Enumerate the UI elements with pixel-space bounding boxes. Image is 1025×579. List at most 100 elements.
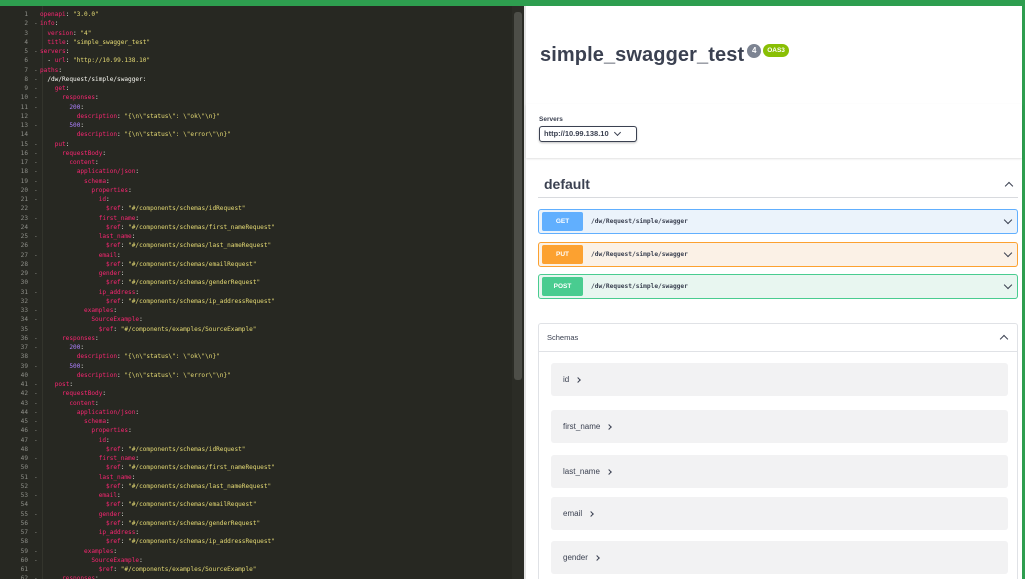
code-token: : (95, 399, 99, 407)
code-line[interactable]: 58 $ref: "#/components/schemas/ip_addres… (0, 537, 512, 546)
servers-select[interactable]: http://10.99.138.10 (539, 126, 637, 142)
code-line[interactable]: 62- responses: (0, 574, 512, 579)
line-number: 38 (20, 353, 28, 361)
code-line[interactable]: 59- examples: (0, 547, 512, 556)
code-line[interactable]: 19- schema: (0, 177, 512, 186)
code-line[interactable]: 41- post: (0, 380, 512, 389)
line-number: 49 (20, 455, 28, 462)
code-line[interactable]: 53- email: (0, 491, 512, 500)
schema-model-first-name[interactable]: first_name (551, 410, 1008, 443)
code-token: responses (62, 575, 96, 579)
code-line[interactable]: 3 version: "4" (0, 29, 512, 38)
code-line[interactable]: 33- examples: (0, 306, 512, 315)
code-line[interactable]: 24 $ref: "#/components/schemas/first_nam… (0, 223, 512, 232)
code-token: "#/components/schemas/idRequest" (128, 445, 246, 453)
code-line[interactable]: 55- gender: (0, 510, 512, 519)
code-token: "http://10.99.138.10" (73, 57, 151, 65)
operation-put[interactable]: PUT /dw/Request/simple/swagger (538, 242, 1018, 267)
code-line[interactable]: 6 - url: "http://10.99.138.10" (0, 56, 512, 65)
code-text: - url: "http://10.99.138.10" (40, 56, 150, 65)
code-line[interactable]: 54 $ref: "#/components/schemas/emailRequ… (0, 500, 512, 509)
code-line[interactable]: 8- /dw/Request/simple/swagger: (0, 75, 512, 84)
code-line[interactable]: 22 $ref: "#/components/schemas/idRequest… (0, 204, 512, 213)
chevron-up-icon[interactable] (1004, 181, 1014, 191)
operation-post[interactable]: POST /dw/Request/simple/swagger (538, 274, 1018, 299)
code-token: "{\n\"status\": \"error\"\n}" (124, 131, 231, 139)
code-line[interactable]: 4 title: "simple_swagger_test" (0, 38, 512, 47)
code-line[interactable]: 31- ip_address: (0, 288, 512, 297)
code-text: email: (40, 491, 121, 500)
code-line[interactable]: 48 $ref: "#/components/schemas/idRequest… (0, 445, 512, 454)
code-line[interactable]: 11- 200: (0, 103, 512, 112)
code-line[interactable]: 9- get: (0, 84, 512, 93)
code-line[interactable]: 44- application/json: (0, 408, 512, 417)
chevron-up-icon[interactable] (999, 334, 1009, 344)
code-line[interactable]: 45- schema: (0, 417, 512, 426)
editor-scrollbar-thumb[interactable] (514, 12, 522, 380)
code-line[interactable]: 23- first_name: (0, 214, 512, 223)
schema-model-last-name[interactable]: last_name (551, 455, 1008, 488)
code-line[interactable]: 40 description: "{\n\"status\": \"error\… (0, 371, 512, 380)
code-line[interactable]: 29- gender: (0, 269, 512, 278)
code-line[interactable]: 50 $ref: "#/components/schemas/first_nam… (0, 463, 512, 472)
code-line[interactable]: 15- put: (0, 140, 512, 149)
code-line[interactable]: 7- paths: (0, 66, 512, 75)
code-line[interactable]: 13- 500: (0, 121, 512, 130)
code-line[interactable]: 52 $ref: "#/components/schemas/last_name… (0, 482, 512, 491)
line-number: 5 (24, 48, 28, 55)
code-line[interactable]: 28 $ref: "#/components/schemas/emailRequ… (0, 260, 512, 269)
yaml-editor[interactable]: 1 openapi: "3.0.0" 2- info: 3 version: "4" 4 … (0, 6, 524, 579)
editor-code-area[interactable]: 1 openapi: "3.0.0" 2- info: 3 version: "4" 4 … (0, 10, 512, 579)
code-line[interactable]: 36- responses: (0, 334, 512, 343)
code-line[interactable]: 38 description: "{\n\"status\": \"ok\"\n… (0, 352, 512, 361)
code-line[interactable]: 14 description: "{\n\"status\": \"error\… (0, 130, 512, 139)
code-token: : (135, 168, 140, 176)
code-line[interactable]: 18- application/json: (0, 167, 512, 176)
code-line[interactable]: 56 $ref: "#/components/schemas/genderReq… (0, 519, 512, 528)
chevron-down-icon[interactable] (1003, 248, 1013, 258)
code-line[interactable]: 32 $ref: "#/components/schemas/ip_addres… (0, 297, 512, 306)
schema-model-email[interactable]: email (551, 497, 1008, 530)
tag-section-header[interactable]: default (538, 170, 1018, 198)
schema-model-gender[interactable]: gender (551, 541, 1008, 574)
code-line[interactable]: 49- first_name: (0, 454, 512, 463)
code-line[interactable]: 1 openapi: "3.0.0" (0, 10, 512, 19)
code-line[interactable]: 43- content: (0, 399, 512, 408)
line-number: 34 (20, 316, 28, 324)
code-line[interactable]: 21- id: (0, 195, 512, 204)
code-line[interactable]: 60- SourceExample: (0, 556, 512, 565)
schema-model-id[interactable]: id (551, 363, 1008, 396)
operation-get[interactable]: GET /dw/Request/simple/swagger (538, 209, 1018, 234)
code-line[interactable]: 39- 500: (0, 362, 512, 371)
code-line[interactable]: 57- ip_address: (0, 528, 512, 537)
code-line[interactable]: 20- properties: (0, 186, 512, 195)
code-line[interactable]: 10- responses: (0, 93, 512, 102)
chevron-down-icon[interactable] (1003, 280, 1013, 290)
schemas-title[interactable]: Schemas (547, 333, 578, 342)
code-line[interactable]: 34- SourceExample: (0, 315, 512, 324)
chevron-down-icon[interactable] (1003, 215, 1013, 225)
code-line[interactable]: 46- properties: (0, 426, 512, 435)
code-token: id (98, 436, 107, 444)
code-line[interactable]: 12 description: "{\n\"status\": \"ok\"\n… (0, 112, 512, 121)
code-line[interactable]: 25- last_name: (0, 232, 512, 241)
code-token: $ref (106, 538, 121, 546)
code-line[interactable]: 16- requestBody: (0, 149, 512, 158)
code-line[interactable]: 35 $ref: "#/components/examples/SourceEx… (0, 325, 512, 334)
chevron-right-icon (588, 510, 594, 517)
code-line[interactable]: 37- 200: (0, 343, 512, 352)
code-text: $ref: "#/components/schemas/first_nameRe… (40, 223, 275, 232)
code-line[interactable]: 5- servers: (0, 47, 512, 56)
code-line[interactable]: 30 $ref: "#/components/schemas/genderReq… (0, 278, 512, 287)
code-line[interactable]: 47- id: (0, 436, 512, 445)
code-line[interactable]: 2- info: (0, 19, 512, 28)
code-line[interactable]: 27- email: (0, 251, 512, 260)
code-line[interactable]: 26 $ref: "#/components/schemas/last_name… (0, 241, 512, 250)
code-line[interactable]: 51- last_name: (0, 473, 512, 482)
code-line[interactable]: 42- requestBody: (0, 389, 512, 398)
code-line[interactable]: 17- content: (0, 158, 512, 167)
code-line[interactable]: 61 $ref: "#/components/examples/SourceEx… (0, 565, 512, 574)
